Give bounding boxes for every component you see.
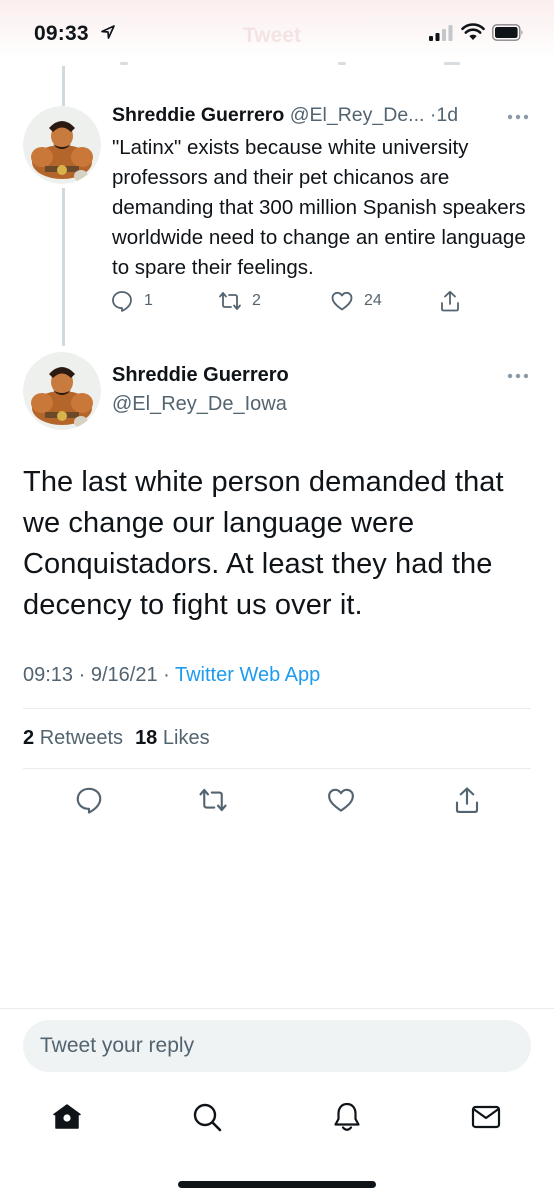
divider <box>23 768 531 769</box>
avatar[interactable] <box>23 106 101 184</box>
retweets-stat[interactable]: 2 Retweets <box>23 727 123 749</box>
battery-icon <box>492 24 523 41</box>
tab-notifications[interactable] <box>330 1100 364 1134</box>
previous-tweet-edge <box>120 62 128 65</box>
tab-home[interactable] <box>50 1100 84 1134</box>
previous-tweet-edge <box>338 62 346 65</box>
more-options-icon[interactable] <box>507 373 529 379</box>
tweet-source-link[interactable]: Twitter Web App <box>175 664 320 686</box>
meta-separator: · <box>157 664 175 686</box>
meta-separator: · <box>73 664 91 686</box>
avatar-image <box>23 352 101 430</box>
reply-icon <box>112 291 132 312</box>
reply-button[interactable]: 1 <box>110 289 153 313</box>
home-icon <box>53 1104 81 1129</box>
reply-icon <box>76 787 102 814</box>
search-icon <box>193 1103 222 1132</box>
thread-line <box>62 188 65 346</box>
reply-input[interactable] <box>23 1020 531 1072</box>
tab-messages[interactable] <box>469 1100 503 1134</box>
retweet-button[interactable]: 2 <box>218 289 261 313</box>
wifi-icon <box>461 23 485 40</box>
author-handle[interactable]: @El_Rey_De... <box>290 104 425 126</box>
engagement-stats: 2 Retweets 18 Likes <box>23 727 210 750</box>
divider <box>0 1008 554 1009</box>
author-name[interactable]: Shreddie Guerrero <box>112 104 284 126</box>
like-icon <box>328 788 354 812</box>
cellular-signal-icon <box>429 25 453 41</box>
reply-count: 1 <box>144 292 153 309</box>
tweet-timestamp[interactable]: 1d <box>436 104 458 126</box>
header-title: Tweet <box>243 24 301 47</box>
reply-button[interactable] <box>74 785 104 815</box>
status-bar: 09:33 Tweet <box>0 0 554 66</box>
tweet-meta: 09:13 · 9/16/21 · Twitter Web App <box>23 664 320 687</box>
author-name[interactable]: Shreddie Guerrero <box>112 364 289 387</box>
likes-stat[interactable]: 18 Likes <box>135 727 210 749</box>
tweet-time: 09:13 <box>23 664 74 686</box>
tweet-text: "Latinx" exists because white university… <box>112 136 526 279</box>
tweet-date: 9/16/21 <box>90 664 158 686</box>
like-icon <box>331 291 353 311</box>
share-icon <box>455 787 479 813</box>
share-button[interactable] <box>452 785 482 815</box>
avatar-image <box>23 106 101 184</box>
location-arrow-icon <box>101 25 115 39</box>
status-time: 09:33 <box>34 22 89 45</box>
tweet-text: The last white person demanded that we c… <box>23 466 504 621</box>
likes-count: 18 <box>135 727 158 749</box>
retweet-button[interactable] <box>198 785 228 815</box>
likes-label: Likes <box>162 727 210 749</box>
home-indicator[interactable] <box>178 1181 376 1188</box>
avatar[interactable] <box>23 352 101 430</box>
retweet-count: 2 <box>252 292 261 309</box>
parent-tweet-header: Shreddie Guerrero @El_Rey_De... ·1d <box>112 104 532 127</box>
retweets-label: Retweets <box>39 727 124 749</box>
like-button[interactable] <box>326 785 356 815</box>
messages-icon <box>471 1105 501 1129</box>
author-handle[interactable]: @El_Rey_De_Iowa <box>112 393 287 416</box>
more-options-icon[interactable] <box>507 114 529 120</box>
like-button[interactable]: 24 <box>330 289 382 313</box>
divider <box>23 708 531 709</box>
tab-search[interactable] <box>190 1100 224 1134</box>
share-icon <box>441 290 459 312</box>
retweets-count: 2 <box>23 727 35 749</box>
thread-line <box>62 66 65 106</box>
previous-tweet-edge <box>444 62 460 65</box>
retweet-icon <box>219 292 241 310</box>
like-count: 24 <box>364 292 382 309</box>
share-button[interactable] <box>438 289 462 313</box>
retweet-icon <box>199 788 227 812</box>
notifications-icon <box>334 1102 360 1131</box>
